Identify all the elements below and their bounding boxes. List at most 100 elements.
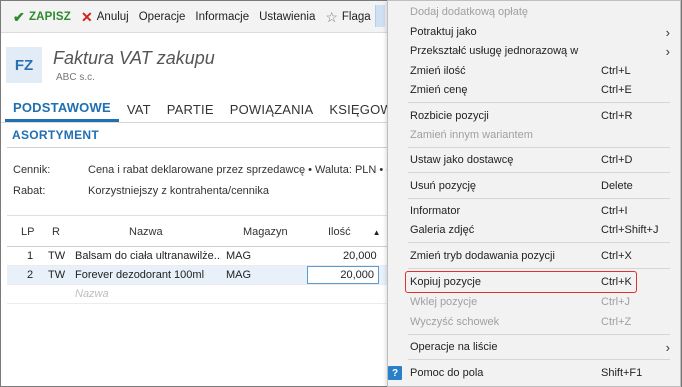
menu-item-shortcut: Shift+F1 — [601, 367, 643, 379]
flag-button[interactable]: ☆ Flaga — [320, 5, 375, 29]
page-title: Faktura VAT zakupu — [53, 48, 215, 68]
cancel-button[interactable]: ✕ Anuluj — [76, 5, 134, 29]
cell-ilosc: 20,000 — [343, 250, 377, 262]
menu-item-set-supplier[interactable]: Ustaw jako dostawcę Ctrl+D — [388, 149, 680, 171]
discount-value[interactable]: Korzystniejszy z kontrahenta/cennika — [88, 185, 269, 197]
settings-menu[interactable]: Ustawienia — [254, 5, 320, 29]
menu-item-shortcut: Ctrl+Shift+J — [601, 224, 659, 236]
menu-item-shortcut: Delete — [601, 180, 633, 192]
menu-separator — [408, 334, 670, 335]
close-icon: ✕ — [81, 8, 93, 25]
cell-magazyn: MAG — [226, 269, 252, 281]
operations-menu[interactable]: Operacje — [134, 5, 191, 29]
menu-item-shortcut: Ctrl+J — [601, 296, 631, 308]
section-title: ASORTYMENT — [12, 128, 99, 142]
menu-item-label: Galeria zdjęć — [410, 224, 475, 236]
menu-separator — [408, 268, 670, 269]
operations-label: Operacje — [138, 10, 186, 23]
table-row[interactable]: 1 TW Balsam do ciała ultranawilże... MAG… — [7, 247, 387, 266]
table-row-selected[interactable]: 2 TW Forever dezodorant 100ml MAG 20,000 — [7, 266, 387, 285]
menu-item-change-price[interactable]: Zmień cenę Ctrl+E — [388, 79, 680, 101]
menu-item-shortcut: Ctrl+K — [601, 276, 632, 288]
menu-item-label: Wklej pozycje — [410, 296, 478, 308]
sort-ascending-icon: ▲ — [372, 228, 381, 237]
menu-item-label: Usuń pozycję — [410, 180, 477, 192]
save-label: ZAPISZ — [28, 10, 72, 23]
menu-item-label: Informator — [410, 205, 461, 217]
chevron-right-icon: › — [665, 43, 670, 59]
menu-separator — [408, 359, 670, 360]
menu-item-shortcut: Ctrl+L — [601, 65, 631, 77]
menu-item-change-add-mode[interactable]: Zmień tryb dodawania pozycji Ctrl+X — [388, 245, 680, 267]
cell-r: TW — [48, 269, 66, 281]
check-icon: ✔ — [13, 8, 25, 25]
column-header-magazyn[interactable]: Magazyn — [243, 226, 288, 238]
toolbar-overflow-button[interactable] — [375, 5, 385, 27]
menu-item-label: Zmień ilość — [410, 65, 466, 77]
document-type-badge: FZ — [6, 47, 42, 83]
info-menu[interactable]: Informacje — [190, 5, 254, 29]
cell-lp: 2 — [27, 269, 34, 281]
chevron-right-icon: › — [665, 24, 670, 40]
menu-item-shortcut: Ctrl+E — [601, 84, 632, 96]
cell-magazyn: MAG — [226, 250, 252, 262]
cell-r: TW — [48, 250, 66, 262]
menu-item-shortcut: Ctrl+I — [601, 205, 628, 217]
menu-separator — [408, 172, 670, 173]
menu-separator — [408, 198, 670, 199]
info-label: Informacje — [195, 10, 250, 23]
menu-item-label: Dodaj dodatkową opłatę — [410, 6, 529, 18]
menu-separator — [408, 147, 670, 148]
menu-item-label: Wyczyść schowek — [410, 316, 500, 328]
menu-item-label: Zamień innym wariantem — [410, 129, 533, 141]
price-list-label: Cennik: — [13, 164, 51, 176]
column-header-ilosc[interactable]: Ilość ▲ — [328, 226, 381, 238]
items-grid: LP R Nazwa Magazyn Ilość ▲ 1 TW Balsam do… — [7, 215, 387, 304]
menu-item-label: Potraktuj jako — [410, 26, 477, 38]
menu-item-shortcut: Ctrl+Z — [601, 316, 632, 328]
menu-separator — [408, 102, 670, 103]
column-header-lp[interactable]: LP — [21, 226, 34, 238]
menu-item-copy-items[interactable]: Kopiuj pozycje Ctrl+K — [388, 271, 680, 293]
menu-item-label: Rozbicie pozycji — [410, 110, 489, 122]
column-header-r[interactable]: R — [52, 226, 60, 238]
star-icon: ☆ — [325, 8, 338, 25]
quantity-field[interactable]: 20,000 — [307, 266, 379, 284]
tab-vat[interactable]: VAT — [119, 96, 159, 122]
menu-item-shortcut: Ctrl+X — [601, 250, 632, 262]
menu-item-shortcut: Ctrl+D — [601, 154, 633, 166]
menu-item-shortcut: Ctrl+R — [601, 110, 633, 122]
new-row[interactable]: Nazwa — [7, 285, 387, 304]
menu-item-delete-item[interactable]: Usuń pozycję Delete — [388, 175, 680, 197]
grid-header: LP R Nazwa Magazyn Ilość ▲ — [7, 215, 387, 247]
menu-item-photo-gallery[interactable]: Galeria zdjęć Ctrl+Shift+J — [388, 219, 680, 241]
settings-label: Ustawienia — [259, 10, 316, 23]
menu-item-paste-items[interactable]: Wklej pozycje Ctrl+J — [388, 291, 680, 313]
contractor-name: ABC s.c. — [56, 72, 95, 83]
save-button[interactable]: ✔ ZAPISZ — [8, 5, 76, 29]
column-header-nazwa[interactable]: Nazwa — [129, 226, 163, 238]
cell-lp: 1 — [27, 250, 34, 262]
tab-podstawowe[interactable]: PODSTAWOWE — [5, 96, 119, 122]
menu-item-label: Pomoc do pola — [410, 367, 484, 379]
menu-item-list-operations[interactable]: Operacje na liście › — [388, 336, 680, 358]
menu-item-label: Ustaw jako dostawcę — [410, 154, 514, 166]
price-list-value[interactable]: Cena i rabat deklarowane przez sprzedawc… — [88, 164, 399, 176]
section-divider — [7, 147, 387, 148]
chevron-right-icon: › — [665, 339, 670, 355]
help-icon: ? — [388, 366, 402, 380]
menu-item-label: Kopiuj pozycje — [410, 276, 481, 288]
cell-nazwa: Balsam do ciała ultranawilże... — [75, 250, 221, 262]
menu-item-label: Przekształć usługę jednorazową w — [410, 45, 579, 57]
tab-powiazania[interactable]: POWIĄZANIA — [222, 96, 322, 122]
menu-item-convert-service[interactable]: Przekształć usługę jednorazową w › — [388, 40, 680, 62]
menu-item-add-fee[interactable]: Dodaj dodatkową opłatę — [388, 1, 680, 23]
menu-item-replace-variant[interactable]: Zamień innym wariantem — [388, 124, 680, 146]
menu-item-label: Operacje na liście — [410, 341, 498, 353]
menu-item-clear-clipboard[interactable]: Wyczyść schowek Ctrl+Z — [388, 311, 680, 333]
tab-partie[interactable]: PARTIE — [159, 96, 222, 122]
menu-item-field-help[interactable]: ? Pomoc do pola Shift+F1 — [388, 362, 680, 384]
context-menu: Dodaj dodatkową opłatę Potraktuj jako › … — [387, 0, 681, 387]
flag-label: Flaga — [341, 10, 371, 23]
cell-nazwa: Forever dezodorant 100ml — [75, 269, 205, 281]
